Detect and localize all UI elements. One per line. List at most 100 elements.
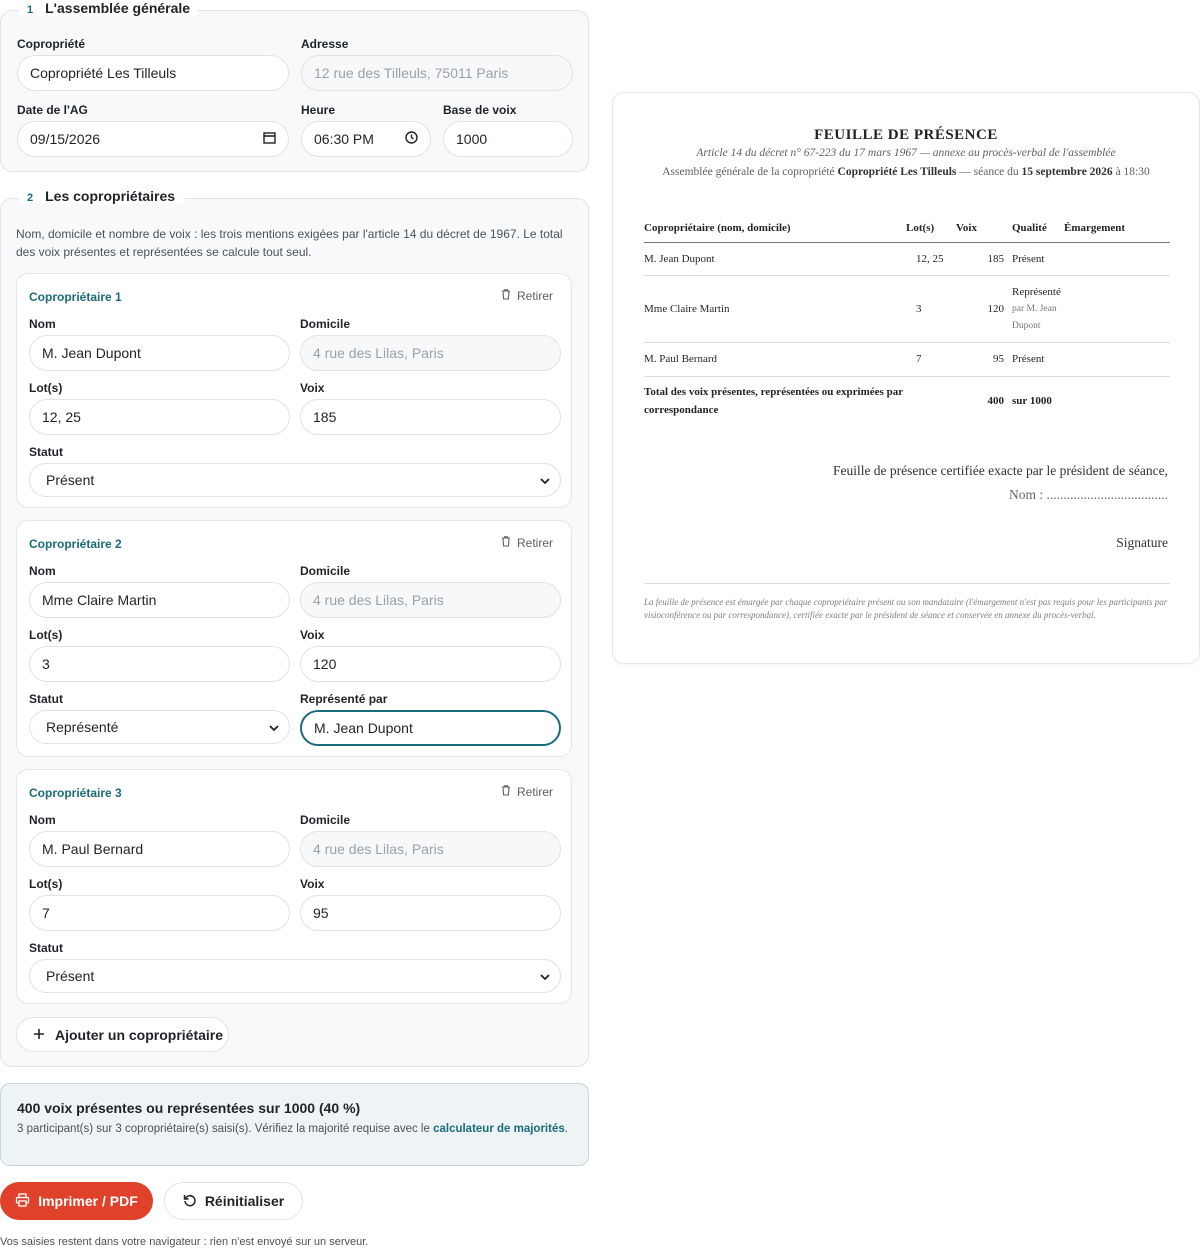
summary-title: 400 voix présentes ou représentées sur 1… bbox=[17, 1100, 361, 1116]
owner-votes: 120 bbox=[313, 656, 337, 672]
row-quality: Présent bbox=[1004, 342, 1064, 377]
session-copro: Copropriété Les Tilleuls bbox=[837, 166, 957, 178]
plus-icon bbox=[33, 1027, 45, 1043]
owner-lots: 7 bbox=[42, 905, 50, 921]
row-votes: 185 bbox=[956, 242, 1004, 276]
time-label: Heure bbox=[301, 103, 336, 117]
base-value: 1000 bbox=[456, 131, 488, 147]
print-button[interactable]: Imprimer / PDF bbox=[0, 1182, 153, 1220]
row-quality-label: Représenté bbox=[1012, 285, 1061, 298]
owner-lots-input[interactable]: 12, 25 bbox=[29, 399, 290, 435]
name-label: Nom bbox=[29, 813, 56, 827]
total-votes: 400 bbox=[987, 395, 1005, 408]
table-row: Mme Claire Martin 3 120 Représenté par M.… bbox=[644, 275, 1170, 343]
trash-icon bbox=[500, 784, 512, 799]
home-label: Domicile bbox=[300, 813, 351, 827]
calendar-icon[interactable] bbox=[263, 131, 276, 147]
votes-label: Voix bbox=[300, 381, 325, 395]
name-label: Nom bbox=[29, 564, 56, 578]
section-owners-legend: 2 Les copropriétaires bbox=[19, 188, 184, 204]
remove-label: Retirer bbox=[516, 288, 553, 303]
total-base: sur 1000 bbox=[1012, 395, 1052, 408]
owner-votes-input[interactable]: 95 bbox=[300, 895, 561, 931]
votes-summary: 400 voix présentes ou représentées sur 1… bbox=[0, 1083, 589, 1166]
section-title: Les copropriétaires bbox=[45, 188, 176, 204]
proxy-label: Représenté par bbox=[300, 692, 388, 706]
cert-text: Feuille de présence certifiée exacte par… bbox=[832, 463, 1168, 478]
copro-value: Copropriété Les Tilleuls bbox=[30, 65, 177, 81]
majority-calculator-link[interactable]: calculateur de majorités bbox=[433, 1123, 565, 1135]
total-label: Total des voix présentes, représentées o… bbox=[644, 386, 903, 417]
status-label: Statut bbox=[29, 692, 63, 706]
home-label: Domicile bbox=[300, 317, 351, 331]
lots-label: Lot(s) bbox=[29, 628, 63, 642]
copro-input[interactable]: Copropriété Les Tilleuls bbox=[17, 55, 289, 91]
add-owner-label: Ajouter un copropriétaire bbox=[55, 1026, 224, 1043]
chevron-down-icon bbox=[540, 472, 550, 488]
reset-label: Réinitialiser bbox=[204, 1193, 285, 1209]
base-input[interactable]: 1000 bbox=[443, 121, 573, 157]
clock-icon[interactable] bbox=[405, 131, 418, 147]
owner-status-select[interactable]: Représenté bbox=[29, 710, 290, 744]
section-assembly-legend: 1 L'assemblée générale bbox=[19, 0, 199, 16]
owner-lots-input[interactable]: 7 bbox=[29, 895, 290, 931]
owner-home-input[interactable]: 4 rue des Lilas, Paris bbox=[300, 335, 561, 371]
table-total-row: Total des voix présentes, représentées o… bbox=[644, 376, 1170, 426]
row-votes: 120 bbox=[956, 275, 1004, 343]
session-date: 15 septembre 2026 bbox=[1021, 166, 1113, 178]
remove-owner-button[interactable]: Retirer bbox=[500, 535, 553, 550]
row-quality: Représenté par M. Jean Dupont bbox=[1004, 275, 1064, 343]
owner-votes: 95 bbox=[313, 905, 329, 921]
owner-title: Copropriétaire 3 bbox=[29, 786, 122, 800]
proxy-value: M. Jean Dupont bbox=[314, 720, 413, 736]
table-header: Copropriétaire (nom, domicile) Lot(s) Vo… bbox=[644, 215, 1170, 243]
votes-label: Voix bbox=[300, 628, 325, 642]
row-lots: 7 bbox=[906, 342, 956, 377]
proxy-input[interactable]: M. Jean Dupont bbox=[300, 710, 561, 746]
privacy-footer: Vos saisies restent dans votre navigateu… bbox=[0, 1236, 369, 1248]
remove-owner-button[interactable]: Retirer bbox=[500, 288, 553, 303]
owner-home-input[interactable]: 4 rue des Lilas, Paris bbox=[300, 831, 561, 867]
owner-lots: 12, 25 bbox=[42, 409, 81, 425]
lots-label: Lot(s) bbox=[29, 381, 63, 395]
owner-name-input[interactable]: M. Paul Bernard bbox=[29, 831, 290, 867]
owner-votes-input[interactable]: 120 bbox=[300, 646, 561, 682]
col-owner: Copropriétaire (nom, domicile) bbox=[644, 215, 906, 243]
trash-icon bbox=[500, 535, 512, 550]
owner-name-input[interactable]: M. Jean Dupont bbox=[29, 335, 290, 371]
reset-button[interactable]: Réinitialiser bbox=[164, 1182, 303, 1220]
owner-lots-input[interactable]: 3 bbox=[29, 646, 290, 682]
reset-icon bbox=[183, 1193, 197, 1210]
col-quality: Qualité bbox=[1004, 215, 1064, 243]
owner-title: Copropriétaire 2 bbox=[29, 537, 122, 551]
col-votes: Voix bbox=[956, 215, 1004, 243]
summary-end: . bbox=[564, 1123, 568, 1135]
cert-name: Nom : ..................................… bbox=[1008, 487, 1168, 502]
address-placeholder: 12 rue des Tilleuls, 75011 Paris bbox=[314, 65, 509, 81]
time-input[interactable]: 06:30 PM bbox=[301, 121, 431, 157]
remove-owner-button[interactable]: Retirer bbox=[500, 784, 553, 799]
section-assembly: 1 L'assemblée générale Copropriété Coprop… bbox=[0, 0, 589, 172]
doc-subtitle: Article 14 du décret n° 67-223 du 17 mar… bbox=[696, 147, 1116, 159]
home-placeholder: 4 rue des Lilas, Paris bbox=[313, 592, 444, 608]
section-title: L'assemblée générale bbox=[45, 0, 191, 16]
status-label: Statut bbox=[29, 941, 63, 955]
add-owner-button[interactable]: Ajouter un copropriétaire bbox=[16, 1017, 229, 1052]
chevron-down-icon bbox=[269, 719, 279, 735]
session-text: Assemblée générale de la copropriété bbox=[662, 166, 838, 178]
owner-name: M. Paul Bernard bbox=[42, 841, 144, 857]
owner-votes-input[interactable]: 185 bbox=[300, 399, 561, 435]
address-input[interactable]: 12 rue des Tilleuls, 75011 Paris bbox=[301, 55, 573, 91]
owner-status-select[interactable]: Présent bbox=[29, 959, 561, 993]
owner-name-input[interactable]: Mme Claire Martin bbox=[29, 582, 290, 618]
attendance-table: Copropriétaire (nom, domicile) Lot(s) Vo… bbox=[644, 215, 1170, 426]
print-label: Imprimer / PDF bbox=[38, 1193, 138, 1209]
home-placeholder: 4 rue des Lilas, Paris bbox=[313, 345, 444, 361]
certification: Feuille de présence certifiée exacte par… bbox=[833, 459, 1168, 507]
signature-label: Signature bbox=[1116, 535, 1168, 550]
date-input[interactable]: 09/15/2026 bbox=[17, 121, 289, 157]
owner-home-input[interactable]: 4 rue des Lilas, Paris bbox=[300, 582, 561, 618]
summary-text: 3 participant(s) sur 3 copropriétaire(s)… bbox=[17, 1122, 572, 1137]
owner-status-select[interactable]: Présent bbox=[29, 463, 561, 497]
printer-icon bbox=[15, 1192, 30, 1210]
